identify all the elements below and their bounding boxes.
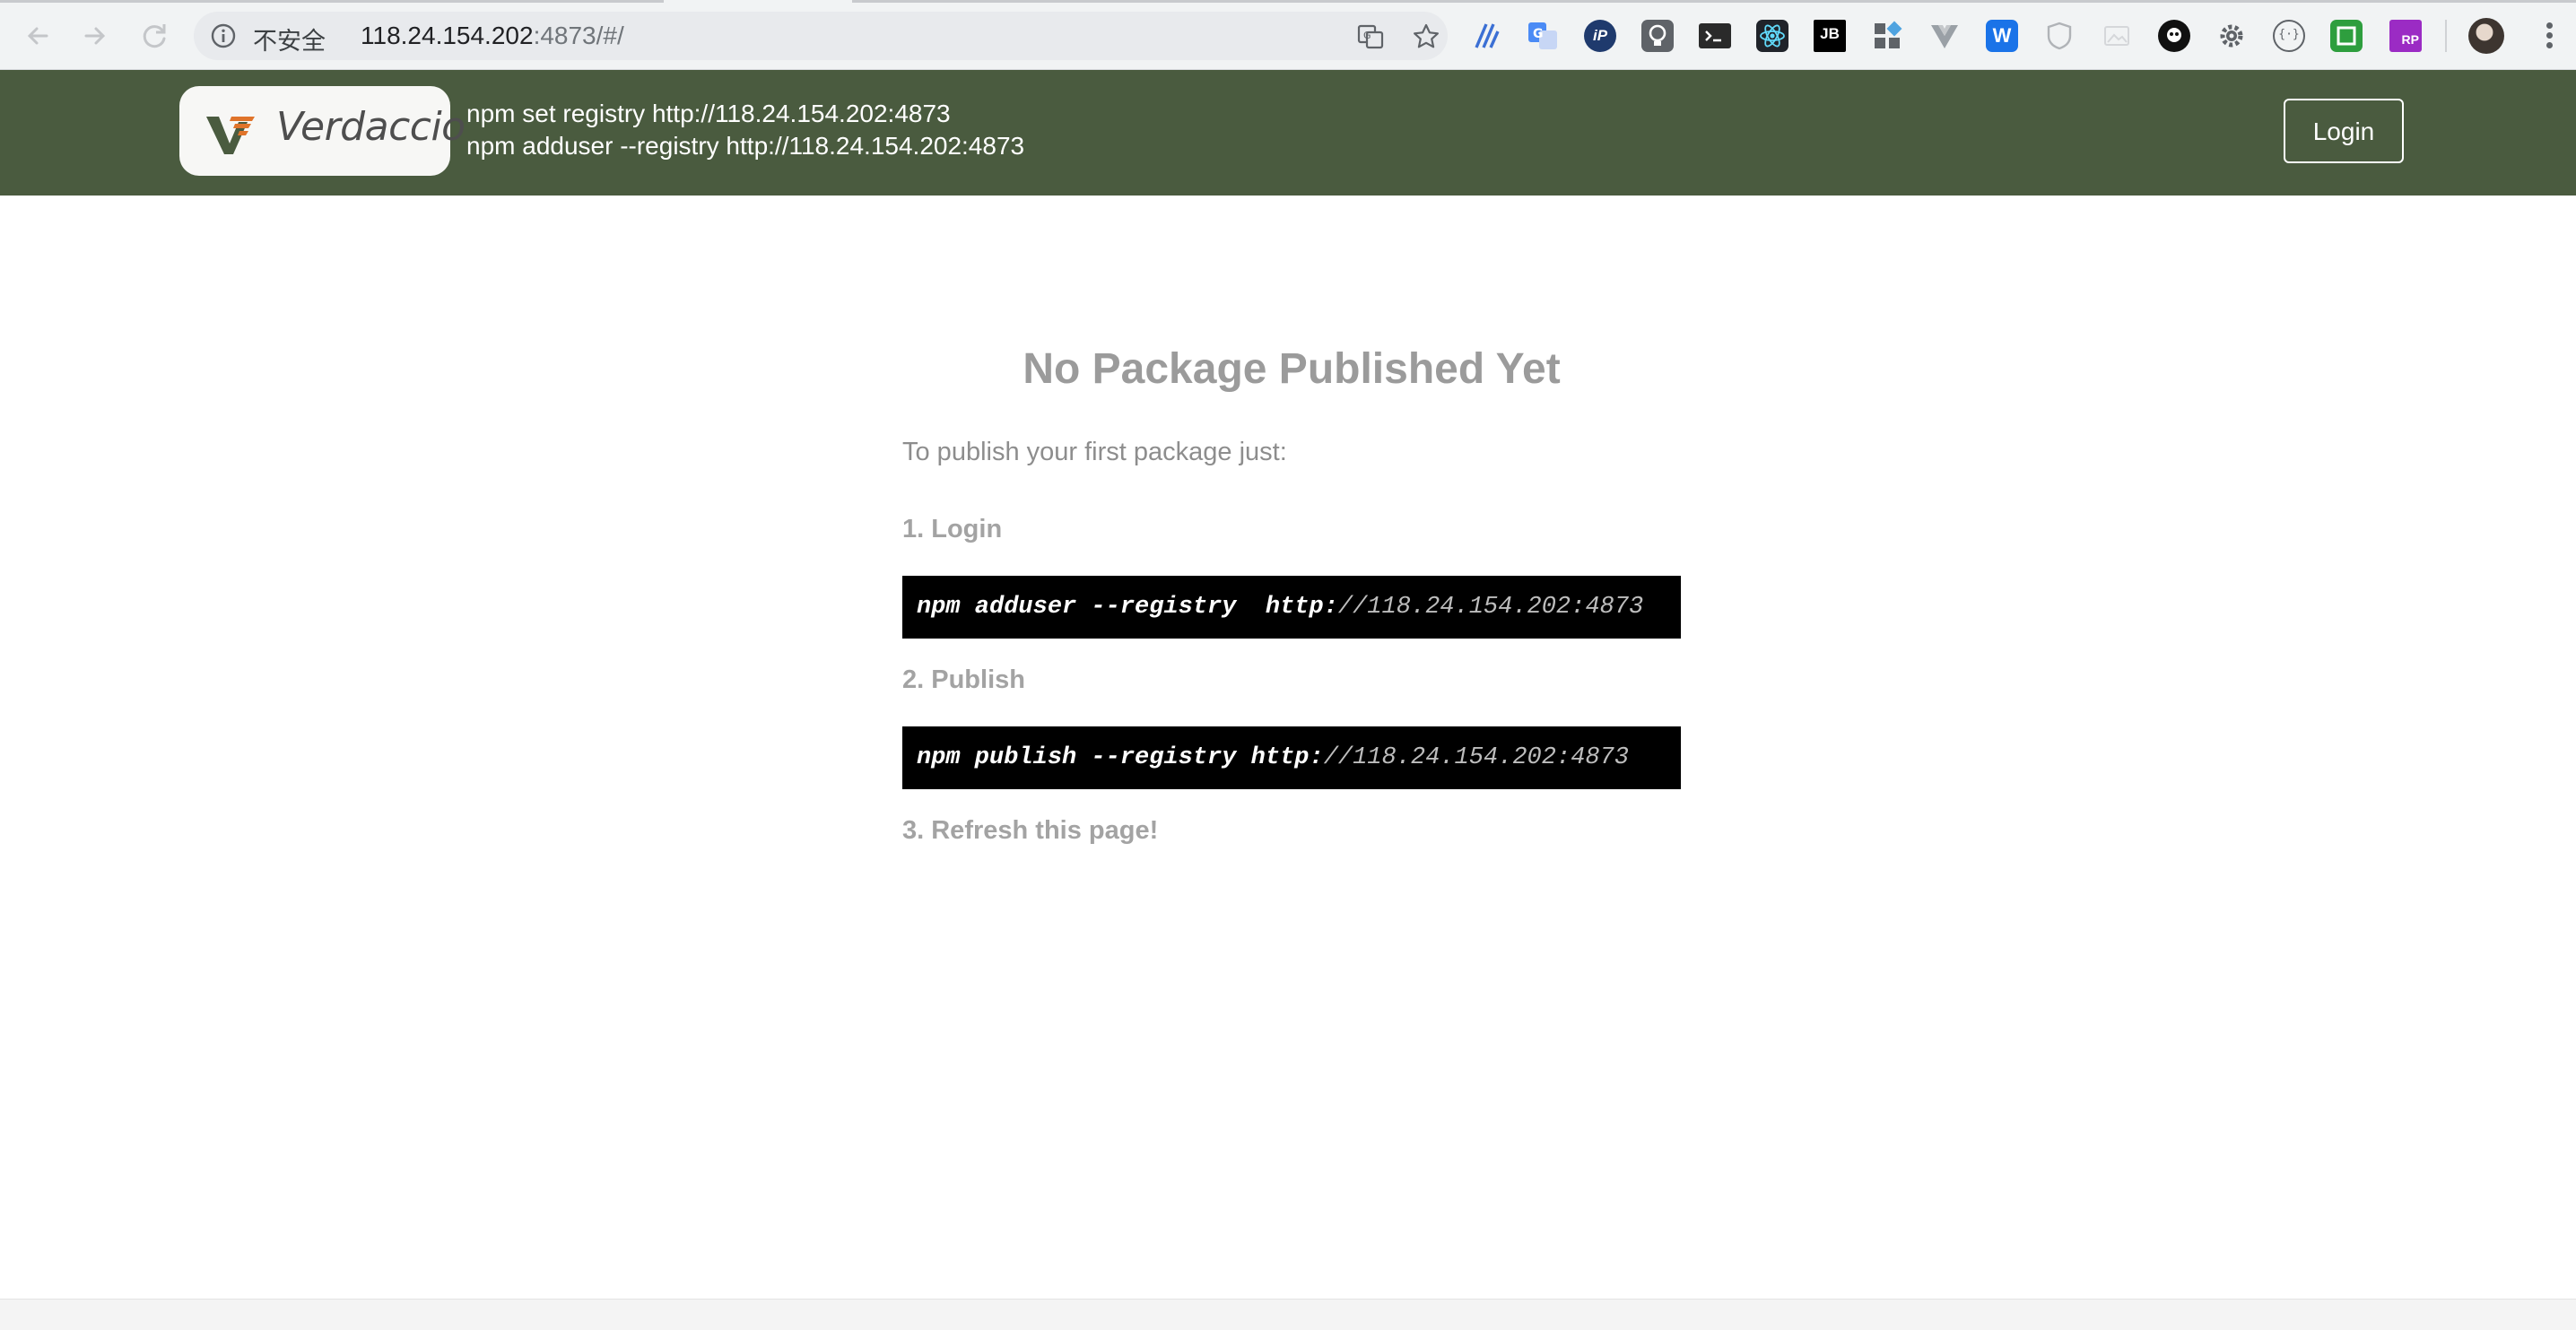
svg-text:G: G xyxy=(1363,30,1371,41)
app-header: Verdaccio npm set registry http://118.24… xyxy=(0,70,2576,196)
step-publish-label: 2. Publish xyxy=(902,665,1025,694)
terminal-extension-icon[interactable] xyxy=(1699,23,1731,48)
brand-logo[interactable]: Verdaccio xyxy=(179,86,466,176)
react-devtools-icon[interactable] xyxy=(1756,20,1788,52)
back-icon[interactable] xyxy=(20,18,56,54)
bulb-extension-icon[interactable] xyxy=(1641,20,1674,52)
square-extension-icon[interactable] xyxy=(2330,20,2363,52)
more-menu-icon[interactable] xyxy=(2544,20,2554,52)
bookmark-star-icon[interactable] xyxy=(1412,22,1440,51)
vue-devtools-icon[interactable] xyxy=(1928,20,1961,52)
url-text[interactable]: 118.24.154.202:4873/#/ xyxy=(361,22,624,50)
empty-state: No Package Published Yet To publish your… xyxy=(902,334,1681,845)
login-command-main: npm adduser --registry http: xyxy=(917,594,1338,621)
verdaccio-logo-icon xyxy=(206,117,255,154)
rp-extension-label: RP xyxy=(2401,32,2419,47)
browser-toolbar: 不安全 118.24.154.202:4873/#/ G G iP JB W {… xyxy=(0,0,2576,70)
image-extension-icon[interactable] xyxy=(2101,20,2133,52)
step-login-label: 1. Login xyxy=(902,515,1003,543)
brand-name: Verdaccio xyxy=(276,104,466,150)
w-extension-label: W xyxy=(1992,24,2012,47)
login-command-block: npm adduser --registry http://118.24.154… xyxy=(902,576,1681,639)
svg-text:G: G xyxy=(1533,27,1544,41)
tiles-extension-icon[interactable] xyxy=(1871,20,1903,52)
profile-avatar[interactable] xyxy=(2468,18,2504,54)
login-command-host: //118.24.154.202:4873 xyxy=(1337,594,1644,621)
ip-extension-label: iP xyxy=(1592,27,1608,44)
page-title: No Package Published Yet xyxy=(1023,345,1561,393)
tab-edge xyxy=(852,0,2576,3)
active-tab-edge xyxy=(0,0,664,3)
forward-icon[interactable] xyxy=(77,18,113,54)
jetbrains-extension-icon[interactable]: JB xyxy=(1814,20,1846,52)
registry-adduser-command: npm adduser --registry http://118.24.154… xyxy=(466,132,1025,160)
publish-command-main: npm publish --registry http: xyxy=(917,744,1324,771)
ip-extension-icon[interactable]: iP xyxy=(1584,20,1616,52)
w-extension-icon[interactable]: W xyxy=(1986,20,2018,52)
info-icon[interactable] xyxy=(210,22,237,49)
toolbar-divider xyxy=(2445,20,2447,52)
publish-command-block: npm publish --registry http://118.24.154… xyxy=(902,726,1681,789)
publish-command-host: //118.24.154.202:4873 xyxy=(1323,744,1629,771)
page-footer xyxy=(0,1299,2576,1330)
url-path: :4873/#/ xyxy=(533,22,624,49)
reload-icon[interactable] xyxy=(136,18,172,54)
ghost-extension-icon[interactable] xyxy=(2158,20,2190,52)
jetbrains-extension-label: JB xyxy=(1820,25,1840,42)
gear-extension-icon[interactable] xyxy=(2215,20,2248,52)
rp-extension-icon[interactable]: RP xyxy=(2389,20,2422,52)
google-translate-icon[interactable]: G xyxy=(1527,20,1559,52)
brackets-extension-label: {·} xyxy=(2278,28,2300,41)
registry-set-command: npm set registry http://118.24.154.202:4… xyxy=(466,100,951,127)
address-bar[interactable]: 不安全 118.24.154.202:4873/#/ G xyxy=(194,12,1448,60)
intro-text: To publish your first package just: xyxy=(902,438,1287,466)
login-button[interactable]: Login xyxy=(2284,99,2404,163)
shield-extension-icon[interactable] xyxy=(2043,20,2076,52)
extension-a-icon[interactable] xyxy=(1471,20,1503,52)
step-refresh-label: 3. Refresh this page! xyxy=(902,816,1159,845)
brackets-extension-icon[interactable]: {·} xyxy=(2273,20,2305,52)
translate-page-icon[interactable]: G xyxy=(1356,22,1385,51)
security-label[interactable]: 不安全 xyxy=(253,22,326,57)
url-host: 118.24.154.202 xyxy=(361,22,534,49)
